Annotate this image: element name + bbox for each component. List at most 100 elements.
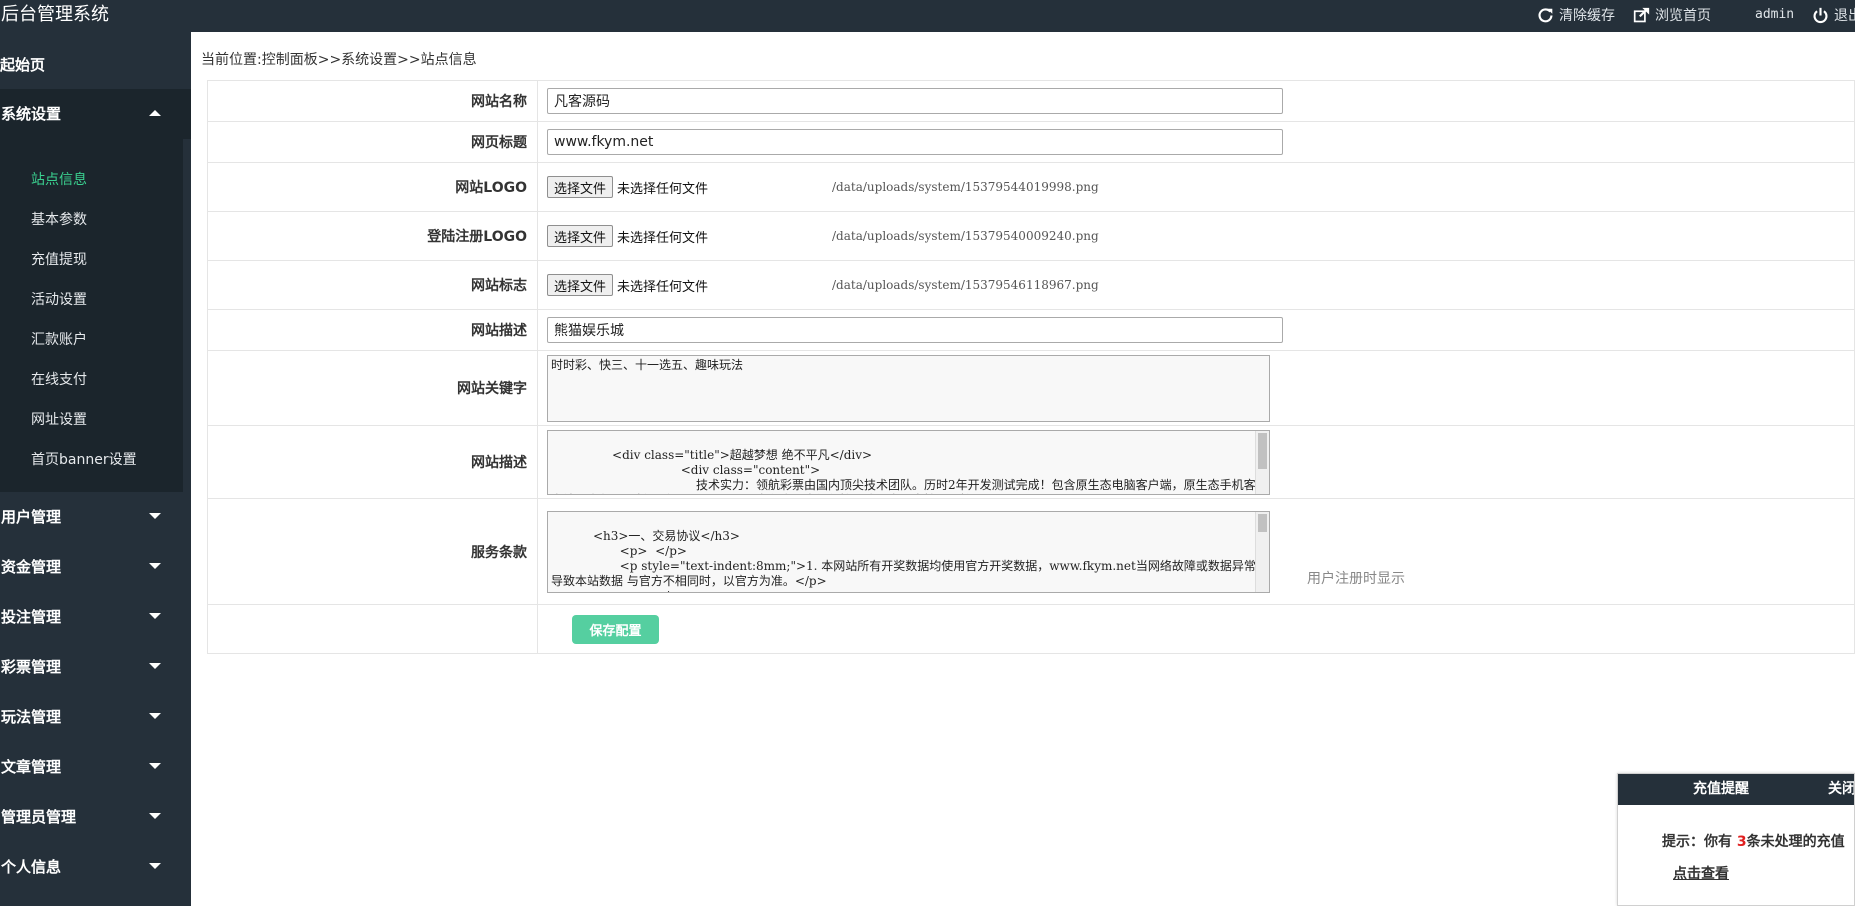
field-label: 网站关键字 — [207, 350, 538, 426]
field-label: 网站描述 — [207, 309, 538, 351]
form-row-site-mark: 网站标志 选择文件 未选择任何文件 /data/uploads/system/1… — [207, 260, 1855, 310]
chevron-down-icon — [149, 863, 161, 869]
login-logo-file-button[interactable]: 选择文件 — [547, 225, 614, 247]
sidebar-group-personal-info[interactable]: 个人信息 — [0, 842, 191, 892]
file-status: 未选择任何文件 — [617, 230, 709, 246]
site-info-form: 网站名称 网页标题 网站LOGO 选择文件 未选择任何文件 /data/uplo… — [207, 80, 1855, 654]
form-row-keywords: 网站关键字 时时彩、快三、十一选五、趣味玩法 — [207, 350, 1855, 426]
clear-cache-label: 清除缓存 — [1559, 8, 1615, 24]
sidebar-item-url-settings[interactable]: 网址设置 — [0, 400, 183, 440]
app-title: 后台管理系统 — [1, 4, 109, 25]
popup-message: 提示：你有 3条未处理的充值 — [1618, 805, 1854, 851]
form-row-site-name: 网站名称 — [207, 80, 1855, 122]
browse-home-button[interactable]: 浏览首页 — [1633, 5, 1711, 25]
sidebar-group-lottery-management[interactable]: 彩票管理 — [0, 642, 191, 692]
popup-close-button[interactable]: 关闭 — [1828, 774, 1854, 805]
sidebar-group-label: 管理员管理 — [1, 808, 77, 826]
sidebar-item-basic-params[interactable]: 基本参数 — [0, 200, 183, 240]
sidebar-item-site-info[interactable]: 站点信息 — [0, 160, 183, 200]
chevron-down-icon — [149, 613, 161, 619]
field-label: 网站名称 — [207, 80, 538, 122]
sidebar-group-label: 玩法管理 — [1, 708, 62, 726]
sidebar-item-recharge-withdraw[interactable]: 充值提现 — [0, 240, 183, 280]
site-logo-path: /data/uploads/system/15379544019998.png — [832, 180, 1099, 194]
pending-count: 3 — [1736, 834, 1747, 850]
current-user: admin — [1755, 7, 1795, 22]
sidebar-group-label: 资金管理 — [1, 558, 62, 576]
form-row-site-logo: 网站LOGO 选择文件 未选择任何文件 /data/uploads/system… — [207, 162, 1855, 212]
textarea-content: <div class="title">超越梦想 绝不平凡</div> <div … — [551, 447, 1256, 494]
sidebar-group-user-management[interactable]: 用户管理 — [0, 492, 191, 542]
chevron-down-icon — [149, 713, 161, 719]
field-label: 服务条款 — [207, 498, 538, 605]
top-header: 后台管理系统 清除缓存 浏览首页 admin 退出 — [0, 0, 1855, 32]
sidebar-group-play-management[interactable]: 玩法管理 — [0, 692, 191, 742]
form-row-description-html: 网站描述 <div class="title">超越梦想 绝不平凡</div> … — [207, 425, 1855, 499]
form-row-actions: 保存配置 — [207, 604, 1855, 654]
external-link-icon — [1633, 7, 1650, 22]
chevron-down-icon — [149, 663, 161, 669]
popup-title: 充值提醒 — [1693, 781, 1749, 797]
clear-cache-button[interactable]: 清除缓存 — [1537, 5, 1615, 25]
sidebar-item-home[interactable]: 起始页 — [0, 32, 191, 89]
sidebar-group-label: 个人信息 — [1, 858, 62, 876]
textarea-scrollbar[interactable] — [1255, 430, 1269, 494]
form-row-login-logo: 登陆注册LOGO 选择文件 未选择任何文件 /data/uploads/syst… — [207, 211, 1855, 261]
system-settings-submenu: 站点信息 基本参数 充值提现 活动设置 汇款账户 在线支付 网址设置 首页ban… — [0, 139, 183, 492]
site-mark-file-button[interactable]: 选择文件 — [547, 274, 614, 296]
chevron-down-icon — [149, 563, 161, 569]
field-label: 网站描述 — [207, 425, 538, 499]
login-logo-path: /data/uploads/system/15379540009240.png — [832, 229, 1099, 243]
sidebar-group-admin-management[interactable]: 管理员管理 — [0, 792, 191, 842]
sidebar-group-label: 投注管理 — [1, 608, 62, 626]
popup-message-suffix: 条未处理的充值 — [1746, 834, 1845, 850]
keywords-textarea[interactable]: 时时彩、快三、十一选五、趣味玩法 — [547, 354, 1270, 422]
field-label: 登陆注册LOGO — [207, 211, 538, 261]
field-label: 网站LOGO — [207, 162, 538, 212]
terms-textarea[interactable]: <h3>一、交易协议</h3> <p> </p> <p style="text-… — [547, 510, 1270, 593]
popup-message-prefix: 提示：你有 — [1662, 834, 1737, 850]
site-logo-file-button[interactable]: 选择文件 — [547, 176, 614, 198]
site-mark-path: /data/uploads/system/15379546118967.png — [832, 278, 1099, 292]
save-config-button[interactable]: 保存配置 — [572, 614, 659, 644]
textarea-content: <h3>一、交易协议</h3> <p> </p> <p style="text-… — [551, 528, 1256, 592]
sidebar-item-activity-settings[interactable]: 活动设置 — [0, 280, 183, 320]
sidebar-group-label: 系统设置 — [1, 105, 62, 123]
browse-home-label: 浏览首页 — [1655, 8, 1711, 24]
terms-hint: 用户注册时显示 — [1307, 571, 1405, 587]
logout-label: 退出 — [1834, 8, 1855, 24]
sidebar-group-article-management[interactable]: 文章管理 — [0, 742, 191, 792]
logout-button[interactable]: 退出 — [1812, 5, 1855, 25]
file-status: 未选择任何文件 — [617, 181, 709, 197]
sidebar-group-bet-management[interactable]: 投注管理 — [0, 592, 191, 642]
sidebar: 起始页 系统设置 站点信息 基本参数 充值提现 活动设置 汇款账户 在线支付 网… — [0, 32, 191, 906]
sidebar-group-fund-management[interactable]: 资金管理 — [0, 542, 191, 592]
view-recharges-link[interactable]: 点击查看 — [1673, 863, 1854, 883]
form-row-page-title: 网页标题 — [207, 121, 1855, 163]
sidebar-group-label: 文章管理 — [1, 758, 62, 776]
field-label: 网站标志 — [207, 260, 538, 310]
sidebar-item-banner-settings[interactable]: 首页banner设置 — [0, 440, 183, 480]
popup-header: 充值提醒 关闭 — [1618, 774, 1854, 805]
breadcrumb: 当前位置:控制面板>>系统设置>>站点信息 — [201, 52, 477, 68]
chevron-down-icon — [149, 513, 161, 519]
sidebar-item-online-payment[interactable]: 在线支付 — [0, 360, 183, 400]
sidebar-group-system-settings[interactable]: 系统设置 — [0, 89, 191, 139]
field-label: 网页标题 — [207, 121, 538, 163]
refresh-icon — [1538, 7, 1553, 22]
form-row-terms: 服务条款 <h3>一、交易协议</h3> <p> </p> <p style="… — [207, 498, 1855, 605]
sidebar-item-remit-accounts[interactable]: 汇款账户 — [0, 320, 183, 360]
textarea-scrollbar[interactable] — [1255, 511, 1269, 592]
sidebar-group-label: 用户管理 — [1, 508, 62, 526]
sidebar-group-label: 彩票管理 — [1, 658, 62, 676]
form-row-site-desc: 网站描述 — [207, 309, 1855, 351]
page-title-input[interactable] — [547, 129, 1283, 155]
site-name-input[interactable] — [547, 88, 1283, 114]
site-desc-input[interactable] — [547, 317, 1283, 343]
power-icon — [1813, 7, 1828, 23]
description-html-textarea[interactable]: <div class="title">超越梦想 绝不平凡</div> <div … — [547, 429, 1270, 495]
file-status: 未选择任何文件 — [617, 279, 709, 295]
chevron-up-icon — [149, 110, 161, 116]
recharge-reminder-popup: 充值提醒 关闭 提示：你有 3条未处理的充值 点击查看 — [1617, 773, 1855, 906]
chevron-down-icon — [149, 763, 161, 769]
